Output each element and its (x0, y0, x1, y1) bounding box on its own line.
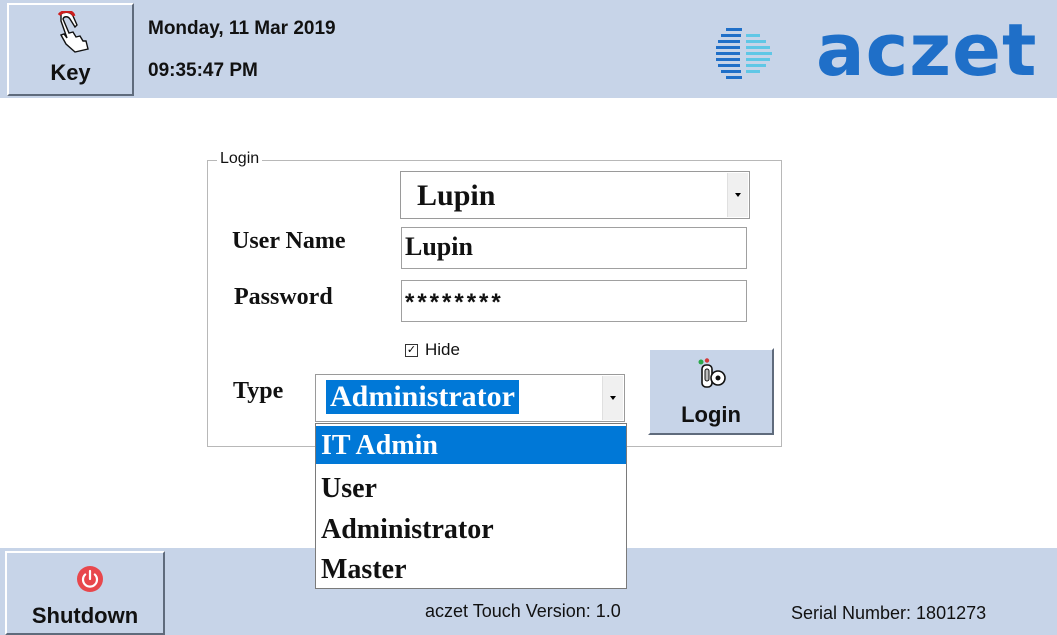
password-field[interactable]: ******** (401, 280, 747, 322)
checkbox-checked-icon[interactable]: ✓ (405, 343, 418, 357)
key-button[interactable]: Key (7, 3, 134, 96)
username-label: User Name (232, 228, 346, 254)
hide-password-checkbox[interactable]: ✓ Hide (405, 340, 460, 360)
pointing-hand-icon (57, 11, 89, 53)
aczet-logo: aczet (714, 8, 1044, 92)
serial-number-text: Serial Number: 1801273 (791, 603, 987, 623)
chevron-down-icon[interactable] (727, 173, 748, 217)
dropdown-option-master[interactable]: Master (316, 550, 626, 588)
shutdown-button-label: Shutdown (31, 603, 139, 628)
type-select-value: Administrator (330, 380, 515, 413)
dropdown-option-it-admin[interactable]: IT Admin (316, 426, 626, 464)
hide-label: Hide (425, 340, 460, 359)
version-text: aczet Touch Version: 1.0 (425, 601, 621, 621)
password-label: Password (234, 284, 333, 310)
login-group-title: Login (217, 150, 263, 168)
user-select-value: Lupin (417, 179, 496, 212)
key-lock-icon (698, 358, 726, 388)
user-select[interactable]: Lupin (400, 171, 750, 219)
type-select[interactable]: Administrator (315, 374, 625, 422)
dropdown-option-user[interactable]: User (316, 469, 626, 507)
type-select-selection: Administrator (326, 380, 519, 414)
key-button-label: Key (50, 60, 91, 85)
power-icon (77, 566, 103, 592)
aczet-logo-text: aczet (816, 8, 1038, 92)
current-time: 09:35:47 PM (148, 60, 258, 81)
current-date: Monday, 11 Mar 2019 (148, 18, 336, 39)
type-label: Type (233, 378, 284, 404)
type-dropdown-list: IT Admin User Administrator Master (315, 423, 627, 589)
shutdown-button[interactable]: Shutdown (5, 551, 165, 635)
chevron-down-icon[interactable] (602, 376, 623, 420)
aczet-logo-mark-icon (716, 28, 772, 79)
username-field[interactable]: Lupin (401, 227, 747, 269)
login-button[interactable]: Login (648, 348, 774, 435)
login-button-label: Login (681, 402, 741, 427)
dropdown-option-administrator[interactable]: Administrator (316, 510, 626, 548)
